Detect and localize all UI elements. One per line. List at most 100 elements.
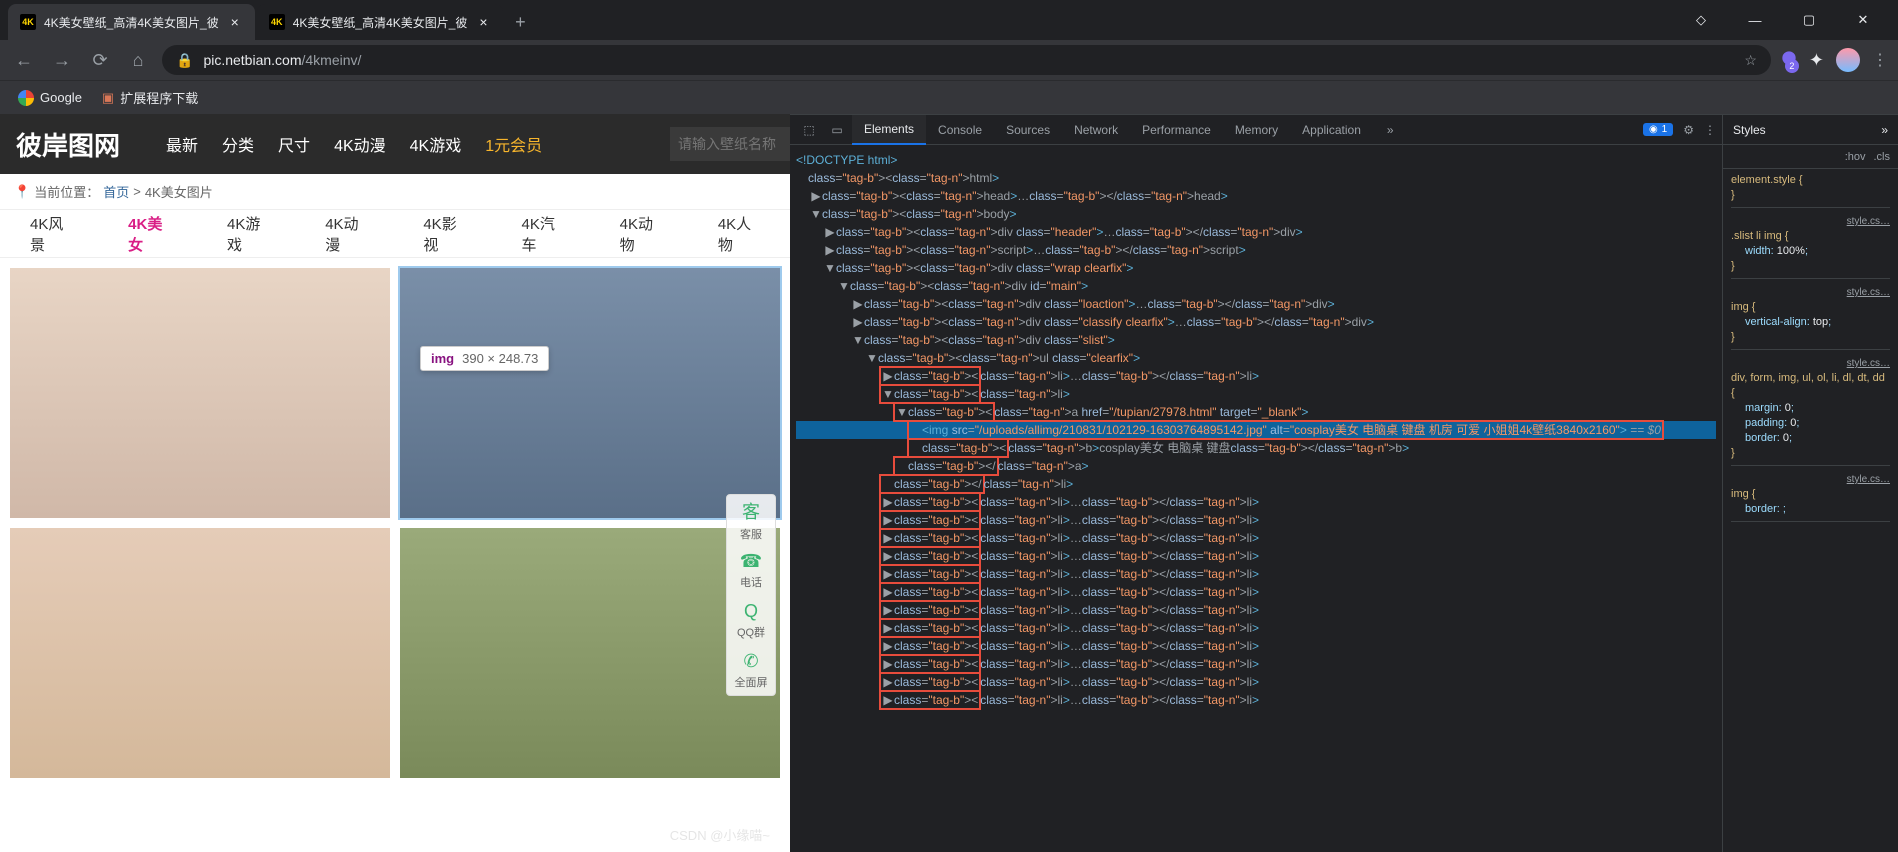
dom-node[interactable]: ▼class="tag-b"><class="tag-n">div id="ma… [796,277,1716,295]
category-item[interactable]: 4K风景 [30,213,72,255]
extension-icon[interactable]: 2 [1781,50,1797,71]
reload-button[interactable]: ⟳ [86,46,114,74]
search-input[interactable] [670,127,790,161]
dom-node[interactable]: ▶class="tag-b"><class="tag-n">li>…class=… [796,601,1716,619]
dom-node[interactable]: ▶class="tag-b"><class="tag-n">head>…clas… [796,187,1716,205]
dom-node[interactable]: ▶class="tag-b"><class="tag-n">li>…class=… [796,367,1716,385]
dom-node[interactable]: ▶class="tag-b"><class="tag-n">li>…class=… [796,619,1716,637]
puzzle-icon[interactable]: ✦ [1809,50,1824,71]
kebab-icon[interactable]: ⋮ [1704,123,1716,137]
bookmark-extensions[interactable]: ▣ 扩展程序下载 [102,88,198,107]
minimize-icon[interactable]: — [1732,4,1778,36]
nav-item[interactable]: 最新 [166,132,198,156]
forward-button[interactable]: → [48,46,76,74]
inspect-dimensions: 390 × 248.73 [462,351,538,366]
device-toggle-icon[interactable]: ▭ [824,123,850,137]
side-widget-item[interactable]: ☎电话 [727,545,775,595]
menu-icon[interactable]: ⋮ [1872,50,1888,70]
new-tab-button[interactable]: + [505,4,535,40]
category-row: 4K风景 4K美女 4K游戏 4K动漫 4K影视 4K汽车 4K动物 4K人物 [0,210,790,258]
nav-item[interactable]: 1元会员 [485,132,542,156]
category-item[interactable]: 4K美女 [128,213,171,255]
dom-node[interactable]: <img src="/uploads/allimg/210831/102129-… [796,421,1716,439]
dom-node[interactable]: class="tag-b"><class="tag-n">b>cosplay美女… [796,439,1716,457]
hov-toggle[interactable]: :hov [1845,151,1866,163]
devtools-more[interactable]: » [1375,115,1406,145]
dom-node[interactable]: ▶class="tag-b"><class="tag-n">li>…class=… [796,493,1716,511]
dom-node[interactable]: class="tag-b"></class="tag-n">li> [796,475,1716,493]
dom-node[interactable]: ▶class="tag-b"><class="tag-n">li>…class=… [796,691,1716,709]
thumbnail-image[interactable] [10,528,390,778]
nav-item[interactable]: 尺寸 [278,132,310,156]
breadcrumb-home[interactable]: 首页 [103,182,129,201]
dom-node[interactable]: ▼class="tag-b"><class="tag-n">a href="/t… [796,403,1716,421]
site-logo[interactable]: 彼岸图网 [0,126,136,163]
dom-node[interactable]: ▶class="tag-b"><class="tag-n">div class=… [796,223,1716,241]
account-icon[interactable]: ◇ [1678,4,1724,36]
close-window-icon[interactable]: ✕ [1840,4,1886,36]
dom-node[interactable]: ▼class="tag-b"><class="tag-n">body> [796,205,1716,223]
side-widget-item[interactable]: ✆全面屏 [727,645,775,695]
dom-node[interactable]: ▶class="tag-b"><class="tag-n">li>…class=… [796,655,1716,673]
pin-icon: 📍 [14,184,30,200]
dom-node[interactable]: ▼class="tag-b"><class="tag-n">li> [796,385,1716,403]
category-item[interactable]: 4K汽车 [522,213,564,255]
dom-node[interactable]: ▶class="tag-b"><class="tag-n">div class=… [796,295,1716,313]
star-icon[interactable]: ☆ [1744,52,1757,69]
devtools-tab[interactable]: Elements [852,115,926,145]
nav-item[interactable]: 分类 [222,132,254,156]
category-item[interactable]: 4K动漫 [325,213,367,255]
devtools-tab[interactable]: Console [926,115,994,145]
gear-icon[interactable]: ⚙ [1683,123,1694,137]
nav-item[interactable]: 4K动漫 [334,132,386,156]
bookmark-google[interactable]: Google [18,90,82,106]
address-bar[interactable]: 🔒 pic.netbian.com/4kmeinv/ ☆ [162,45,1771,75]
thumbnail-image[interactable] [10,268,390,518]
styles-header: Styles » [1723,115,1898,145]
url-text: pic.netbian.com/4kmeinv/ [203,52,1734,68]
tab-favicon: 4K [20,14,36,30]
devtools-tab[interactable]: Network [1062,115,1130,145]
dom-node[interactable]: ▶class="tag-b"><class="tag-n">div class=… [796,313,1716,331]
devtools-tab[interactable]: Performance [1130,115,1223,145]
thumbnail-image-inspected[interactable] [400,268,780,518]
nav-item[interactable]: 4K游戏 [410,132,462,156]
dom-node[interactable]: ▶class="tag-b"><class="tag-n">li>…class=… [796,583,1716,601]
maximize-icon[interactable]: ▢ [1786,4,1832,36]
thumbnail-image[interactable] [400,528,780,778]
cls-toggle[interactable]: .cls [1874,151,1891,163]
devtools-tab[interactable]: Memory [1223,115,1290,145]
dom-node[interactable]: ▼class="tag-b"><class="tag-n">div class=… [796,259,1716,277]
inspect-element-icon[interactable]: ⬚ [796,123,822,137]
dom-node[interactable]: ▼class="tag-b"><class="tag-n">ul class="… [796,349,1716,367]
dom-node[interactable]: ▶class="tag-b"><class="tag-n">li>…class=… [796,637,1716,655]
back-button[interactable]: ← [10,46,38,74]
profile-avatar[interactable] [1836,48,1860,72]
chevron-right-icon[interactable]: » [1881,123,1888,137]
side-widget-item[interactable]: QQQ群 [727,595,775,645]
dom-node[interactable]: class="tag-b"></class="tag-n">a> [796,457,1716,475]
category-item[interactable]: 4K影视 [423,213,465,255]
category-item[interactable]: 4K人物 [718,213,760,255]
category-item[interactable]: 4K动物 [620,213,662,255]
dom-node[interactable]: ▶class="tag-b"><class="tag-n">script>…cl… [796,241,1716,259]
close-icon[interactable]: × [227,14,243,30]
browser-tab-1[interactable]: 4K 4K美女壁纸_高清4K美女图片_彼 × [8,4,255,40]
dom-node[interactable]: ▼class="tag-b"><class="tag-n">div class=… [796,331,1716,349]
category-item[interactable]: 4K游戏 [227,213,269,255]
styles-rules[interactable]: element.style {}style.cs….slist li img {… [1723,169,1898,852]
elements-panel[interactable]: <!DOCTYPE html> class="tag-b"><class="ta… [790,145,1722,852]
side-widget-item[interactable]: 客客服 [727,495,775,545]
close-icon[interactable]: × [475,14,491,30]
browser-tab-2[interactable]: 4K 4K美女壁纸_高清4K美女图片_彼 × [257,4,504,40]
dom-node[interactable]: ▶class="tag-b"><class="tag-n">li>…class=… [796,511,1716,529]
dom-node[interactable]: class="tag-b"><class="tag-n">html> [796,169,1716,187]
dom-node[interactable]: ▶class="tag-b"><class="tag-n">li>…class=… [796,547,1716,565]
devtools-tab[interactable]: Sources [994,115,1062,145]
home-button[interactable]: ⌂ [124,46,152,74]
error-badge[interactable]: ◉ 1 [1643,123,1673,136]
dom-node[interactable]: ▶class="tag-b"><class="tag-n">li>…class=… [796,529,1716,547]
devtools-tab[interactable]: Application [1290,115,1373,145]
dom-node[interactable]: ▶class="tag-b"><class="tag-n">li>…class=… [796,565,1716,583]
dom-node[interactable]: ▶class="tag-b"><class="tag-n">li>…class=… [796,673,1716,691]
